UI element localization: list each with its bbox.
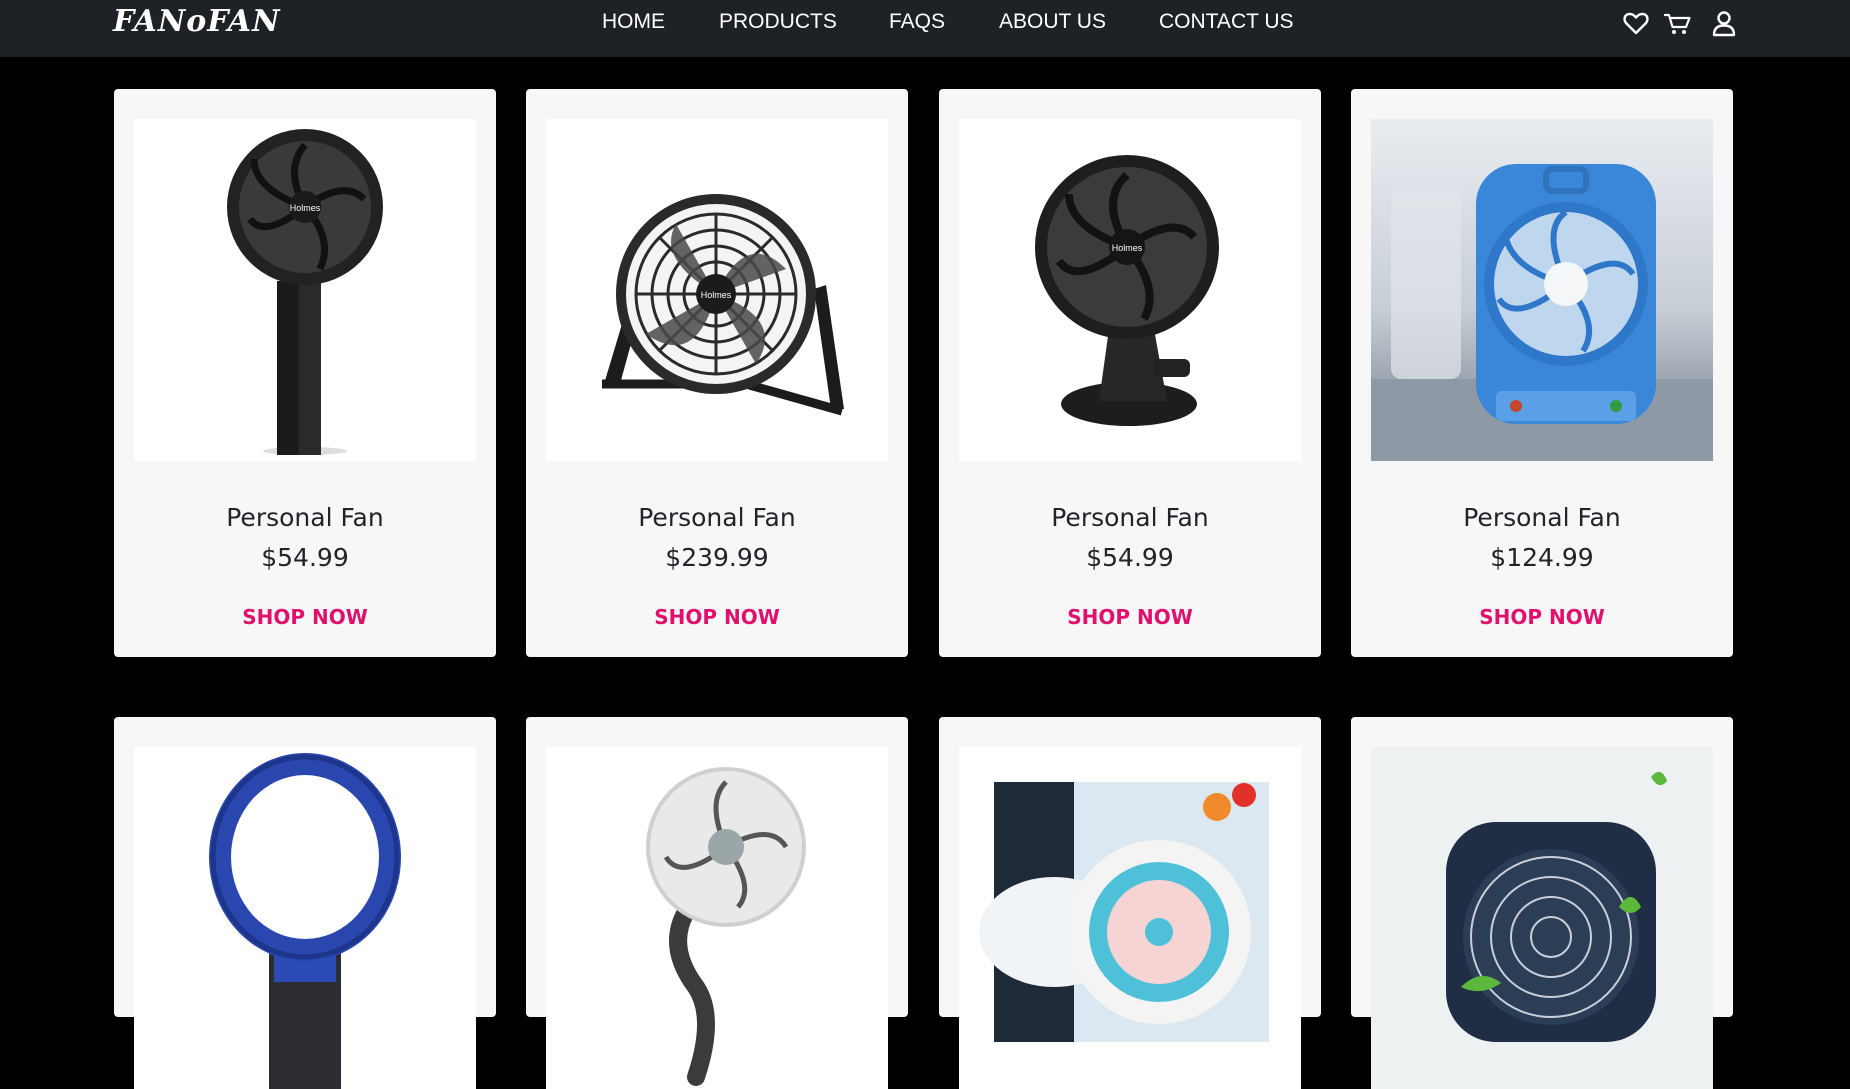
product-card[interactable]: [939, 717, 1321, 1089]
navbar: FANoFAN HOME PRODUCTS FAQS ABOUT US CONT…: [0, 0, 1850, 57]
cart-icon[interactable]: [1664, 9, 1692, 37]
product-price: $54.99: [1086, 543, 1174, 572]
product-card[interactable]: Holmes Personal Fan $54.99 SHOP NOW: [939, 89, 1321, 657]
product-image-turquoise-mist-fan[interactable]: [959, 747, 1301, 1089]
product-image-blue-portable-fan[interactable]: [1371, 119, 1713, 461]
heart-icon[interactable]: [1622, 9, 1650, 37]
brand-logo[interactable]: FANoFAN: [113, 2, 281, 42]
nav-about-us[interactable]: ABOUT US: [999, 9, 1106, 35]
product-price: $239.99: [665, 543, 769, 572]
product-name[interactable]: Personal Fan: [526, 501, 908, 535]
shop-now-button[interactable]: SHOP NOW: [526, 603, 908, 631]
nav-home[interactable]: HOME: [602, 9, 665, 35]
svg-text:Holmes: Holmes: [701, 290, 732, 300]
product-name[interactable]: Personal Fan: [939, 501, 1321, 535]
product-name[interactable]: Personal Fan: [1351, 501, 1733, 535]
product-card[interactable]: Personal Fan $124.99 SHOP NOW: [1351, 89, 1733, 657]
product-image-black-handheld-fan[interactable]: Holmes: [134, 119, 476, 461]
product-card[interactable]: [526, 717, 908, 1089]
nav-contact-us[interactable]: CONTACT US: [1159, 9, 1294, 35]
product-price: $54.99: [261, 543, 349, 572]
product-image-navy-desk-fan[interactable]: [1371, 747, 1713, 1089]
shop-now-button[interactable]: SHOP NOW: [939, 603, 1321, 631]
user-icon[interactable]: [1710, 9, 1738, 37]
product-card[interactable]: Holmes Personal Fan $239.99 SHOP NOW: [526, 89, 908, 657]
product-price: $124.99: [1490, 543, 1594, 572]
product-card[interactable]: [114, 717, 496, 1089]
nav-faqs[interactable]: FAQS: [889, 9, 945, 35]
shop-now-button[interactable]: SHOP NOW: [114, 603, 496, 631]
shop-now-button[interactable]: SHOP NOW: [1351, 603, 1733, 631]
product-card[interactable]: [1351, 717, 1733, 1089]
product-image-black-clip-fan[interactable]: Holmes: [959, 119, 1301, 461]
product-image-black-desk-fan[interactable]: Holmes: [546, 119, 888, 461]
product-image-blue-bladeless-fan[interactable]: [134, 747, 476, 1089]
svg-text:Holmes: Holmes: [1112, 243, 1143, 253]
product-image-white-gooseneck-fan[interactable]: [546, 747, 888, 1089]
svg-text:Holmes: Holmes: [290, 203, 321, 213]
nav-products[interactable]: PRODUCTS: [719, 9, 837, 35]
product-name[interactable]: Personal Fan: [114, 501, 496, 535]
product-card[interactable]: Holmes Personal Fan $54.99 SHOP NOW: [114, 89, 496, 657]
